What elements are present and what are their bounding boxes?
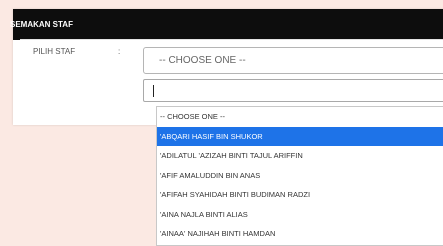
text-caret bbox=[153, 85, 154, 97]
label-colon: : bbox=[118, 47, 121, 56]
dropdown-option[interactable]: 'AFIFAH SYAHIDAH BINTI BUDIMAN RADZI bbox=[157, 185, 443, 205]
staff-dropdown-list[interactable]: -- CHOOSE ONE -- 'ABQARI HASIF BIN SHUKO… bbox=[156, 106, 443, 246]
panel-title: SEMAKAN STAF bbox=[10, 20, 73, 29]
dropdown-option[interactable]: -- CHOOSE ONE -- bbox=[157, 107, 443, 127]
panel-header: SEMAKAN STAF bbox=[10, 9, 443, 40]
staff-select[interactable]: -- CHOOSE ONE -- bbox=[143, 47, 443, 74]
dropdown-option[interactable]: 'AINAA' NAJIHAH BINTI HAMDAN bbox=[157, 224, 443, 244]
staff-field-label: PILIH STAF bbox=[33, 47, 76, 56]
dropdown-option-highlighted[interactable]: 'ABQARI HASIF BIN SHUKOR bbox=[157, 126, 443, 146]
dropdown-option[interactable]: 'AINA NAJLA BINTI ALIAS bbox=[157, 205, 443, 225]
divider bbox=[20, 39, 443, 40]
dropdown-option[interactable]: 'ADILATUL 'AZIZAH BINTI TAJUL ARIFFIN bbox=[157, 146, 443, 166]
dropdown-option[interactable]: 'AFIF AMALUDDIN BIN ANAS bbox=[157, 166, 443, 186]
staff-search-input[interactable] bbox=[143, 79, 443, 102]
